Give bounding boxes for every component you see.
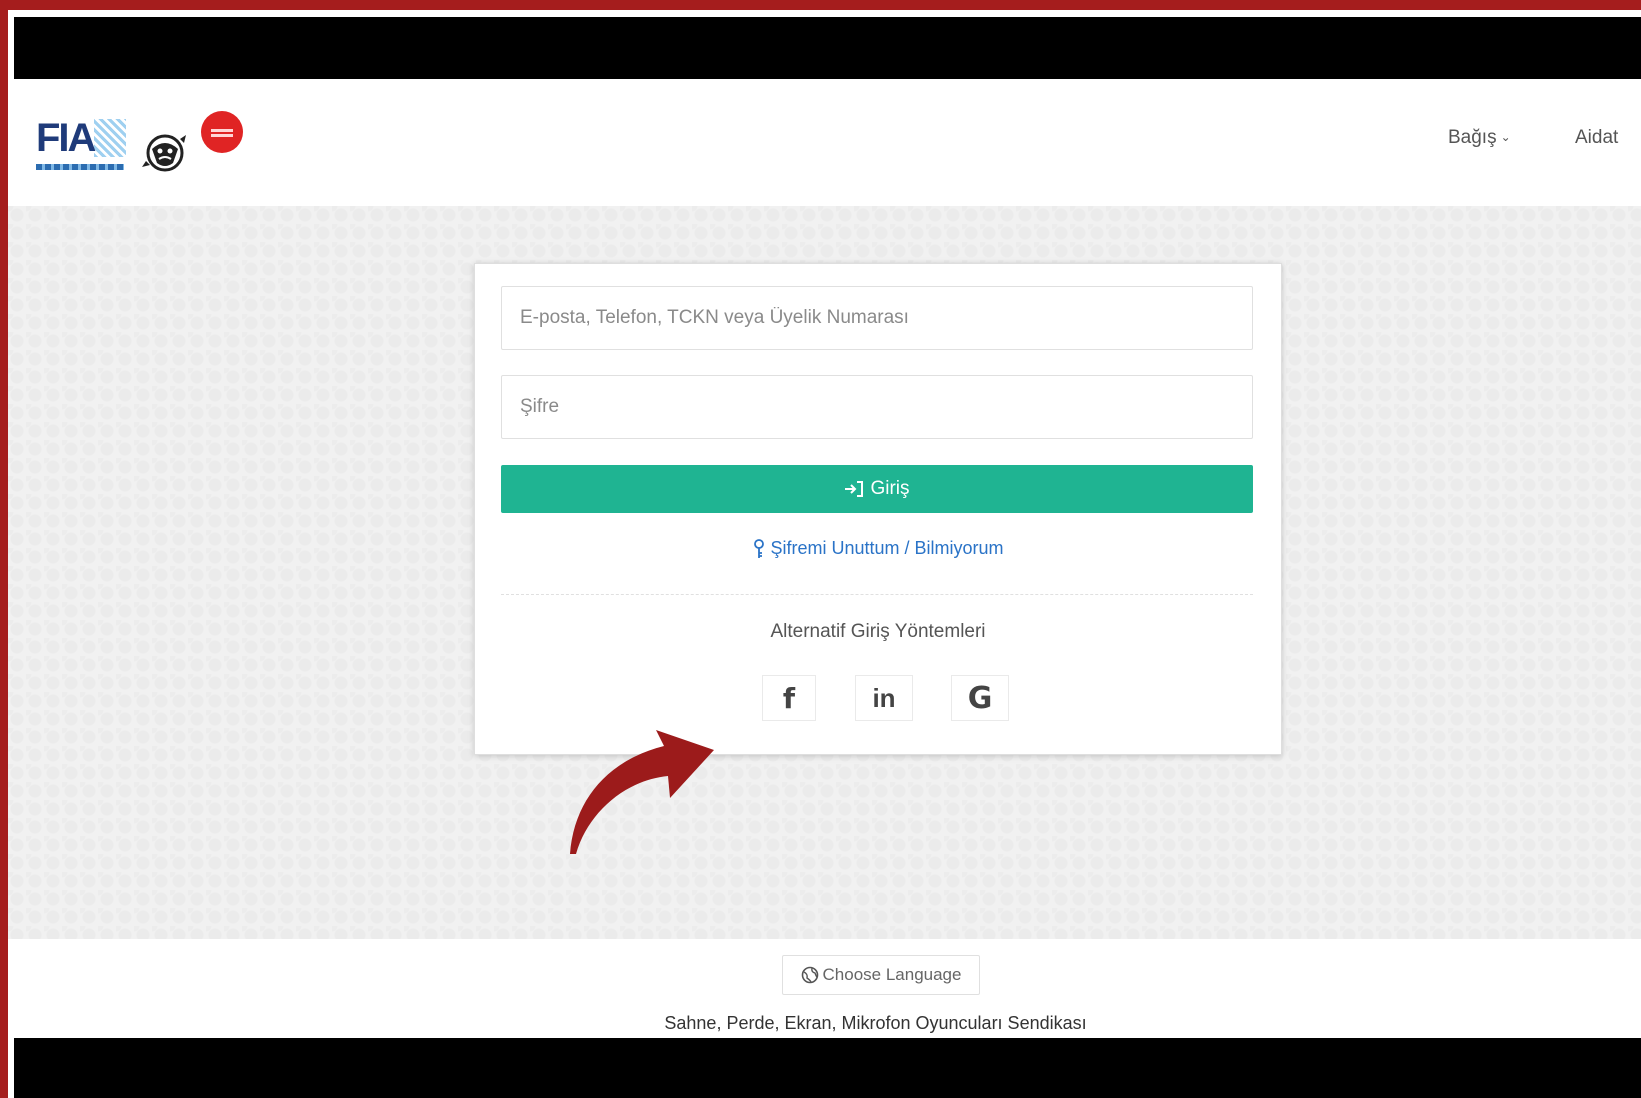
fia-logo-pattern (94, 119, 126, 157)
login-button[interactable]: Giriş (501, 465, 1253, 513)
nav-item-aidat[interactable]: Aidat (1575, 127, 1618, 149)
site-footer: Choose Language Sahne, Perde, Ekran, Mik… (8, 939, 1641, 1038)
nav-item-aidat-label: Aidat (1575, 127, 1619, 148)
facebook-login-button[interactable]: f (762, 675, 816, 721)
google-icon: G (967, 680, 993, 716)
footer-org-row: Sahne, Perde, Ekran, Mikrofon Oyuncuları… (8, 1013, 1641, 1034)
choose-language-button[interactable]: Choose Language (782, 955, 980, 995)
globe-icon (801, 966, 818, 984)
password-input[interactable] (501, 375, 1253, 439)
main-content: Giriş Şifremi Unuttum / Bilmiyorum Alter… (8, 206, 1641, 940)
screenshot-frame: FIA Bağış ⌄ Aidat E-posta, Telefon, TCKN… (8, 10, 1641, 1098)
site-header: FIA Bağış ⌄ Aidat (8, 79, 1641, 206)
email-input[interactable] (501, 286, 1253, 350)
footer-org-name: Sahne, Perde, Ekran, Mikrofon Oyuncuları… (664, 1013, 1087, 1033)
fia-logo[interactable]: FIA (36, 115, 131, 171)
login-card: Giriş Şifremi Unuttum / Bilmiyorum Alter… (474, 263, 1282, 755)
nav-item-bagis[interactable]: Bağış ⌄ (1448, 127, 1511, 149)
nav-item-bagis-label: Bağış (1448, 127, 1497, 148)
facebook-icon: f (782, 681, 796, 715)
alternative-login-title: Alternatif Giriş Yöntemleri (770, 621, 986, 642)
fia-logo-text: FIA (36, 116, 96, 160)
sign-in-icon (845, 481, 864, 497)
choose-language-label: Choose Language (822, 965, 962, 984)
annotation-arrow-icon (570, 730, 714, 854)
forgot-password-label: Şifremi Unuttum / Bilmiyorum (770, 538, 1004, 558)
login-button-label: Giriş (870, 478, 910, 499)
chevron-down-icon: ⌄ (1500, 130, 1511, 144)
top-black-bar (14, 17, 1641, 79)
key-icon (754, 538, 765, 558)
divider (501, 594, 1253, 595)
linkedin-icon: in (872, 682, 896, 713)
google-login-button[interactable]: G (951, 675, 1009, 721)
red-badge-logo[interactable] (201, 111, 243, 153)
linkedin-login-button[interactable]: in (855, 675, 913, 721)
fia-logo-strip (36, 164, 124, 170)
bottom-black-bar (14, 1038, 1641, 1098)
forgot-password-link[interactable]: Şifremi Unuttum / Bilmiyorum (752, 538, 1004, 559)
masks-logo-icon[interactable] (140, 129, 190, 173)
forgot-password-row: Şifremi Unuttum / Bilmiyorum (475, 538, 1281, 564)
